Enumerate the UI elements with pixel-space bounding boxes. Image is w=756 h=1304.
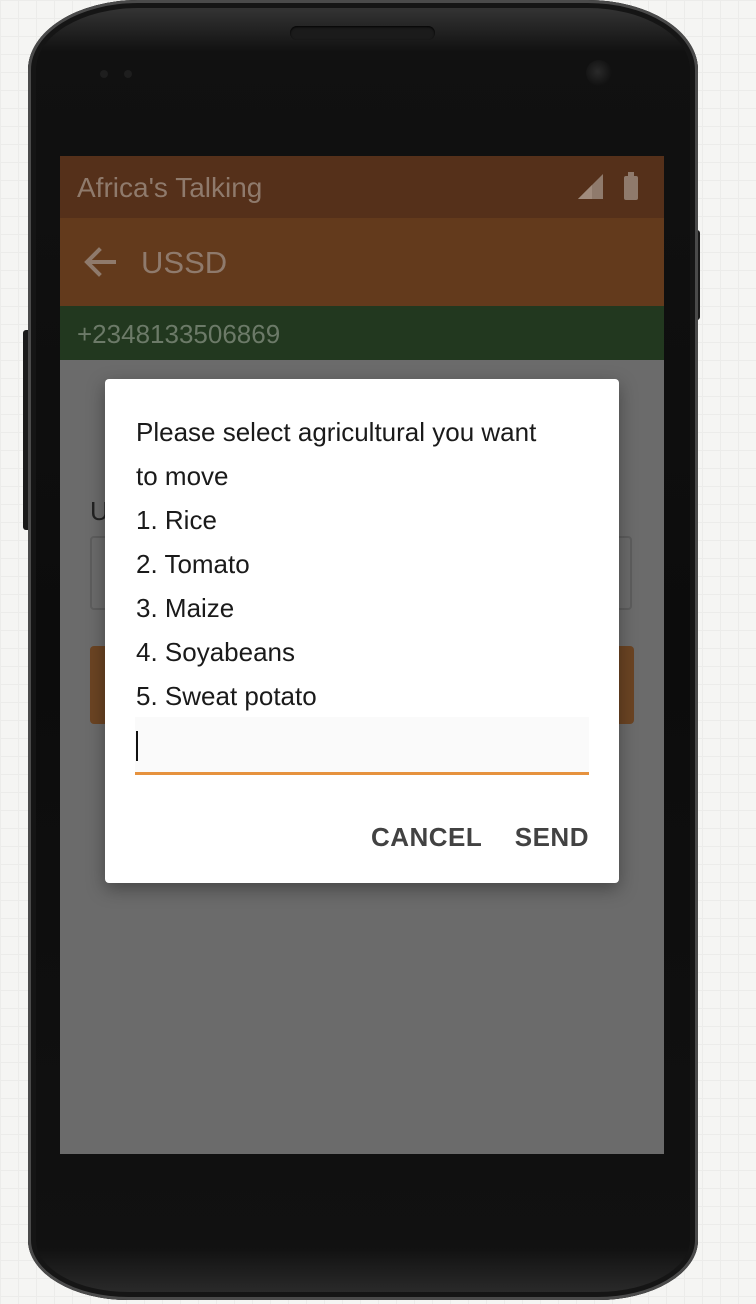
menu-option-soyabeans: 4. Soyabeans — [136, 637, 296, 667]
menu-option-rice: 1. Rice — [136, 505, 217, 535]
response-input[interactable] — [135, 717, 589, 775]
message-line: Please select agricultural you want — [136, 417, 537, 447]
dialog-message: Please select agricultural you want to m… — [136, 410, 596, 718]
phone-number: +2348133506869 — [77, 319, 281, 349]
proximity-sensor — [100, 70, 108, 78]
menu-option-sweat-potato: 5. Sweat potato — [136, 681, 317, 711]
battery-icon — [624, 172, 638, 200]
earpiece-speaker — [290, 26, 435, 40]
menu-option-tomato: 2. Tomato — [136, 549, 250, 579]
cancel-button[interactable]: CANCEL — [371, 822, 482, 853]
light-sensor — [124, 70, 132, 78]
status-bar-title: Africa's Talking — [77, 172, 263, 203]
menu-option-maize: 3. Maize — [136, 593, 235, 623]
text-caret — [136, 731, 138, 761]
phone-number-bar: +2348133506869 — [60, 306, 664, 360]
arrow-left-icon[interactable] — [82, 244, 118, 280]
front-camera — [586, 60, 612, 86]
app-bar: USSD — [60, 218, 664, 306]
message-line: to move — [136, 461, 229, 491]
app-bar-title: USSD — [141, 245, 228, 280]
dialog-actions: CANCEL SEND — [343, 822, 589, 858]
status-bar: Africa's Talking — [60, 156, 664, 218]
send-button[interactable]: SEND — [515, 822, 589, 853]
signal-icon — [578, 174, 603, 199]
ussd-dialog: Please select agricultural you want to m… — [105, 379, 619, 883]
